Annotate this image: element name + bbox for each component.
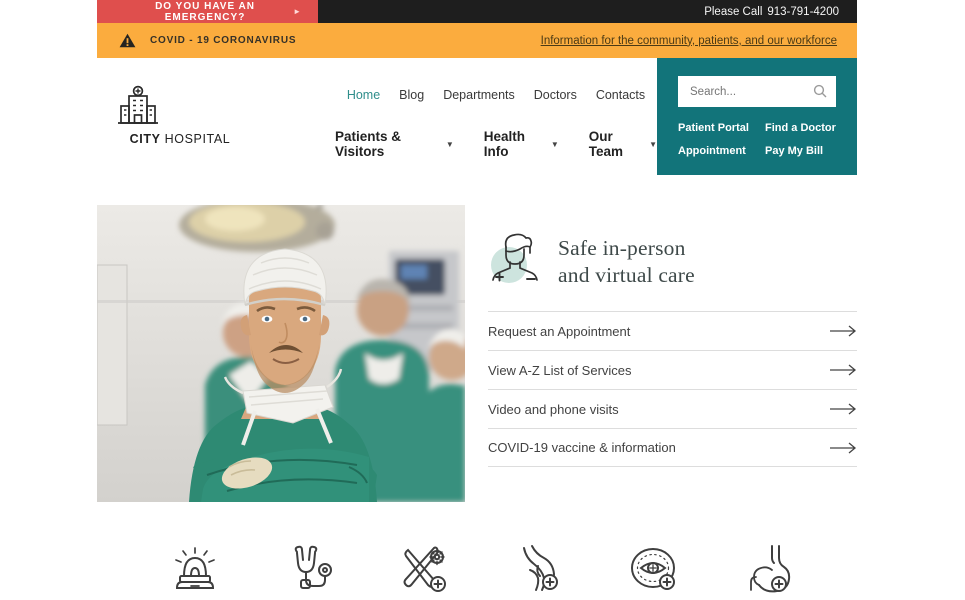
link-appointment[interactable]: Appointment [678, 145, 765, 157]
main-nav: Home Blog Departments Doctors Contacts P… [335, 58, 657, 159]
link-video-phone-visits[interactable]: Video and phone visits [488, 389, 857, 428]
nav-label: Patients & Visitors [335, 129, 439, 159]
hero-photo [97, 205, 465, 502]
hero-heading-line2: and virtual care [558, 262, 695, 289]
logo[interactable]: CITY HOSPITAL [115, 84, 245, 146]
arrow-right-icon [830, 364, 857, 376]
logo-text-regular: HOSPITAL [161, 132, 231, 146]
logo-text-bold: CITY [130, 132, 161, 146]
link-label: Video and phone visits [488, 402, 619, 417]
services-strip [97, 538, 857, 598]
link-label: View A-Z List of Services [488, 363, 632, 378]
hero-links: Request an Appointment View A-Z List of … [488, 311, 857, 467]
hospital-building-icon [115, 84, 161, 128]
link-az-services[interactable]: View A-Z List of Services [488, 350, 857, 389]
hero-section: Safe in-person and virtual care Request … [97, 205, 857, 502]
link-request-appointment[interactable]: Request an Appointment [488, 311, 857, 350]
warning-icon [119, 33, 136, 48]
emergency-label: DO YOU HAVE AN EMERGENCY? [117, 1, 293, 23]
covid-info-link[interactable]: Information for the community, patients,… [541, 35, 837, 47]
nav-secondary: Patients & Visitors ▼ Health Info ▼ Our … [335, 129, 657, 159]
covid-label: COVID - 19 CORONAVIRUS [150, 35, 296, 46]
nav-item-patients-visitors[interactable]: Patients & Visitors ▼ [335, 129, 454, 159]
arrow-right-icon [830, 403, 857, 415]
quick-access-panel: Patient Portal Find a Doctor Appointment… [657, 58, 857, 175]
hero-heading-block: Safe in-person and virtual care [488, 231, 857, 289]
hero-heading-line1: Safe in-person [558, 235, 695, 262]
nav-item-contacts[interactable]: Contacts [596, 88, 645, 102]
chevron-down-icon: ▼ [551, 140, 559, 149]
site-header: CITY HOSPITAL Home Blog Departments Doct… [97, 58, 857, 205]
link-find-a-doctor[interactable]: Find a Doctor [765, 122, 836, 134]
link-label: COVID-19 vaccine & information [488, 440, 676, 455]
logo-text: CITY HOSPITAL [115, 132, 245, 146]
arrow-right-icon [830, 325, 857, 337]
chevron-down-icon: ▼ [446, 140, 454, 149]
nav-label: Health Info [484, 129, 544, 159]
arrow-right-icon [830, 442, 857, 454]
top-bar: DO YOU HAVE AN EMERGENCY? ► Please Call … [97, 0, 857, 23]
gastroenterology-icon[interactable] [739, 540, 795, 596]
phone-number: 913-791-4200 [767, 6, 839, 18]
phone-strip: Please Call 913-791-4200 [318, 0, 857, 23]
arrow-right-icon: ► [293, 7, 302, 16]
emergency-siren-icon[interactable] [167, 540, 223, 596]
stethoscope-icon[interactable] [281, 540, 337, 596]
hero-heading: Safe in-person and virtual care [558, 231, 695, 289]
nav-item-doctors[interactable]: Doctors [534, 88, 577, 102]
emergency-button[interactable]: DO YOU HAVE AN EMERGENCY? ► [97, 0, 318, 23]
link-label: Request an Appointment [488, 324, 630, 339]
nav-primary: Home Blog Departments Doctors Contacts [335, 88, 657, 102]
search-icon[interactable] [813, 84, 827, 98]
phone-label: Please Call [704, 6, 762, 18]
nav-item-our-team[interactable]: Our Team ▼ [589, 129, 657, 159]
surgeons-photo-illustration [97, 205, 465, 502]
nav-item-blog[interactable]: Blog [399, 88, 424, 102]
quick-links: Patient Portal Find a Doctor Appointment… [678, 122, 836, 157]
nav-item-departments[interactable]: Departments [443, 88, 515, 102]
chevron-down-icon: ▼ [649, 140, 657, 149]
link-patient-portal[interactable]: Patient Portal [678, 122, 765, 134]
search-box [678, 76, 836, 107]
surgery-icon[interactable] [396, 540, 452, 596]
covid-alert-bar: COVID - 19 CORONAVIRUS Information for t… [97, 23, 857, 58]
doctor-icon [488, 231, 542, 287]
nav-label: Our Team [589, 129, 642, 159]
hero-right-column: Safe in-person and virtual care Request … [488, 205, 857, 467]
nav-item-home[interactable]: Home [347, 88, 380, 102]
orthopedics-icon[interactable] [510, 540, 566, 596]
link-pay-my-bill[interactable]: Pay My Bill [765, 145, 836, 157]
nav-item-health-info[interactable]: Health Info ▼ [484, 129, 559, 159]
link-covid-vaccine-info[interactable]: COVID-19 vaccine & information [488, 428, 857, 467]
page: DO YOU HAVE AN EMERGENCY? ► Please Call … [0, 0, 965, 600]
ophthalmology-icon[interactable] [625, 540, 681, 596]
